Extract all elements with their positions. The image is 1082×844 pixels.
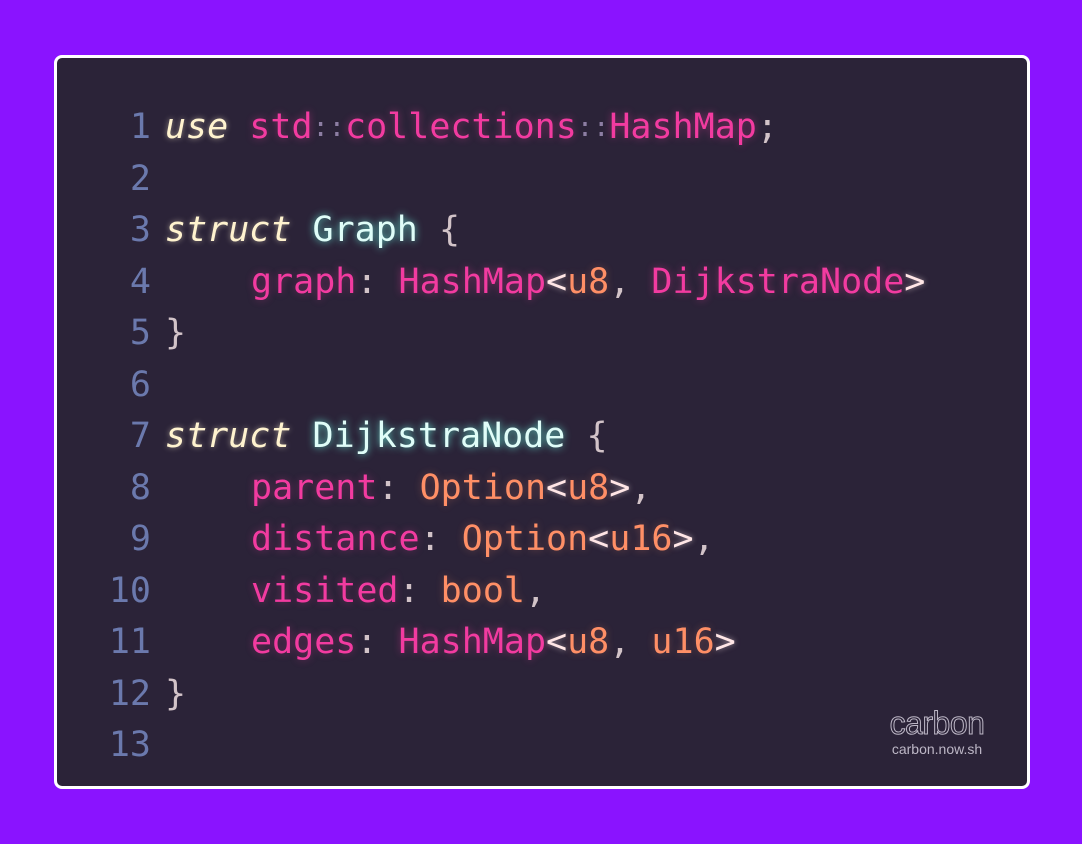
comma: , xyxy=(524,570,547,611)
code-line-content: use std:: collections:: HashMap; xyxy=(165,102,778,154)
angle-close: > xyxy=(904,261,926,302)
line-number: 2 xyxy=(129,158,151,199)
field-name: distance xyxy=(251,519,420,559)
code-line: 10 visited: bool, xyxy=(91,566,1007,618)
code-line: 6 xyxy=(91,360,1007,412)
angle-close: > xyxy=(609,467,631,508)
field-name: graph xyxy=(251,261,357,302)
carbon-url: carbon.now.sh xyxy=(891,741,983,757)
type-dijkstra-node: DijkstraNode xyxy=(651,261,905,302)
type-option: Option xyxy=(419,467,547,508)
line-number: 5 xyxy=(129,313,151,353)
open-brace: { xyxy=(438,210,461,250)
field-name: visited xyxy=(251,570,399,611)
code-line: 13 xyxy=(91,720,1007,772)
keyword-struct: struct xyxy=(165,210,292,250)
field-name: edges xyxy=(251,622,357,662)
module-std: std xyxy=(249,107,313,147)
line-number: 11 xyxy=(108,622,151,662)
field-name: parent xyxy=(251,467,378,508)
comma: , xyxy=(693,519,715,559)
code-line-content: } xyxy=(165,669,186,721)
code-line-content: parent: Option < u8 >, xyxy=(165,463,651,515)
type-bool: bool xyxy=(440,570,525,611)
code-line-content: visited: bool, xyxy=(165,566,546,618)
code-line-content: graph: HashMap < u8, DijkstraNode > xyxy=(165,257,925,309)
type-u8: u8 xyxy=(567,261,610,302)
angle-open: < xyxy=(546,261,568,302)
struct-name: Graph xyxy=(312,210,418,250)
close-brace: } xyxy=(165,673,187,714)
code-line: 2 xyxy=(91,154,1007,206)
type-hashmap: HashMap xyxy=(398,261,547,302)
code-editor: 1 use std:: collections:: HashMap; 2 3 str… xyxy=(91,102,1007,766)
colon: : xyxy=(398,570,420,611)
colon: : xyxy=(419,519,441,559)
code-line: 5 } xyxy=(91,308,1007,360)
line-number: 7 xyxy=(129,416,151,456)
type-hashmap: HashMap xyxy=(398,622,547,662)
struct-name: DijkstraNode xyxy=(312,416,566,456)
colon: : xyxy=(356,622,378,662)
keyword-use: use xyxy=(165,107,229,147)
code-line: 8 parent: Option < u8 >, xyxy=(91,463,1007,515)
module-collections: collections xyxy=(345,107,577,147)
code-line-content: } xyxy=(165,308,186,360)
angle-close: > xyxy=(714,622,736,662)
line-number: 10 xyxy=(108,570,151,611)
colon: : xyxy=(356,261,378,302)
line-number: 8 xyxy=(129,467,151,508)
open-brace: { xyxy=(586,416,608,456)
angle-close: > xyxy=(672,519,694,559)
code-line-content: struct DijkstraNode { xyxy=(165,411,608,463)
path-separator: :: xyxy=(312,112,346,143)
angle-open: < xyxy=(546,622,568,662)
angle-open: < xyxy=(588,519,610,559)
type-u16: u16 xyxy=(651,622,715,662)
comma: , xyxy=(630,467,652,508)
angle-open: < xyxy=(546,467,568,508)
colon: : xyxy=(377,467,399,508)
code-line: 11 edges: HashMap < u8, u16 > xyxy=(91,617,1007,669)
code-line: 7 struct DijkstraNode { xyxy=(91,411,1007,463)
line-number: 12 xyxy=(108,673,151,714)
carbon-logo: carbon xyxy=(889,705,985,741)
code-line: 9 distance: Option < u16 >, xyxy=(91,514,1007,566)
code-line-content: struct Graph { xyxy=(165,205,460,257)
code-line: 12 } xyxy=(91,669,1007,721)
type-u16: u16 xyxy=(609,519,673,559)
type-hashmap: HashMap xyxy=(609,107,757,147)
code-line-content: edges: HashMap < u8, u16 > xyxy=(165,617,736,669)
type-u8: u8 xyxy=(567,467,610,508)
close-brace: } xyxy=(165,313,187,353)
comma: , xyxy=(609,261,631,302)
code-line-content: distance: Option < u16 >, xyxy=(165,514,715,566)
line-number: 13 xyxy=(108,725,151,765)
line-number: 1 xyxy=(129,107,151,147)
code-window: 1 use std:: collections:: HashMap; 2 3 str… xyxy=(54,55,1030,789)
type-u8: u8 xyxy=(567,622,610,662)
carbon-watermark: carbon carbon.now.sh xyxy=(877,706,997,758)
code-line: 4 graph: HashMap < u8, DijkstraNode > xyxy=(91,257,1007,309)
path-separator: :: xyxy=(576,112,610,143)
keyword-struct: struct xyxy=(165,416,292,456)
line-number: 9 xyxy=(129,519,151,559)
code-line: 1 use std:: collections:: HashMap; xyxy=(91,102,1007,154)
line-number: 6 xyxy=(129,364,151,405)
line-number: 3 xyxy=(129,210,151,250)
code-line: 3 struct Graph { xyxy=(91,205,1007,257)
comma: , xyxy=(609,622,631,662)
semicolon: ; xyxy=(756,107,778,147)
type-option: Option xyxy=(461,519,589,559)
line-number: 4 xyxy=(129,261,151,302)
